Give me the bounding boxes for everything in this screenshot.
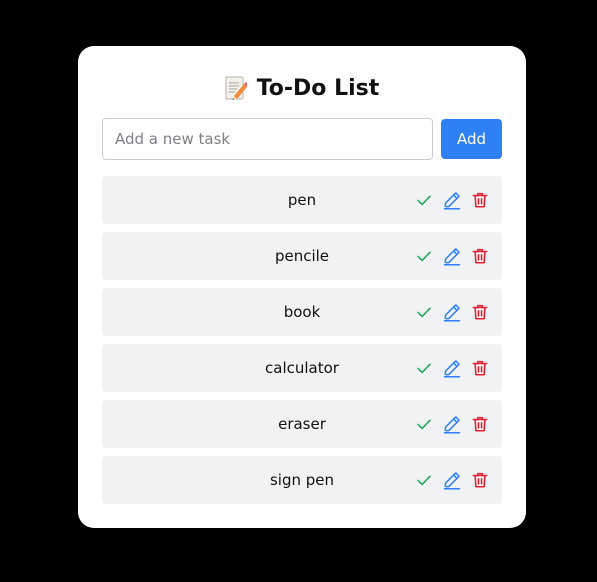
check-icon[interactable] [414, 469, 434, 491]
list-item: calculator [102, 344, 502, 392]
list-item: book [102, 288, 502, 336]
title-text: To-Do List [256, 75, 380, 101]
page-title: To-Do List [78, 72, 526, 104]
pencil-edit-icon[interactable] [442, 357, 462, 379]
trash-icon[interactable] [470, 357, 490, 379]
list-item: sign pen [102, 456, 502, 504]
add-button[interactable]: Add [441, 119, 502, 159]
pencil-edit-icon[interactable] [442, 413, 462, 435]
check-icon[interactable] [414, 413, 434, 435]
trash-icon[interactable] [470, 469, 490, 491]
memo-pencil-icon [225, 75, 249, 101]
trash-icon[interactable] [470, 189, 490, 211]
pencil-edit-icon[interactable] [442, 189, 462, 211]
task-actions [414, 245, 490, 267]
task-actions [414, 189, 490, 211]
trash-icon[interactable] [470, 245, 490, 267]
pencil-edit-icon[interactable] [442, 245, 462, 267]
list-item: pencile [102, 232, 502, 280]
task-actions [414, 301, 490, 323]
task-actions [414, 469, 490, 491]
trash-icon[interactable] [470, 413, 490, 435]
task-actions [414, 413, 490, 435]
pencil-edit-icon[interactable] [442, 301, 462, 323]
trash-icon[interactable] [470, 301, 490, 323]
list-item: pen [102, 176, 502, 224]
check-icon[interactable] [414, 301, 434, 323]
pencil-edit-icon[interactable] [442, 469, 462, 491]
task-list: pen pencile book calculator eraser sign … [102, 176, 502, 512]
add-task-form: Add [102, 118, 502, 160]
task-actions [414, 357, 490, 379]
check-icon[interactable] [414, 245, 434, 267]
check-icon[interactable] [414, 357, 434, 379]
list-item: eraser [102, 400, 502, 448]
todo-card: To-Do List Add pen pencile [78, 46, 526, 528]
check-icon[interactable] [414, 189, 434, 211]
new-task-input[interactable] [102, 118, 433, 160]
